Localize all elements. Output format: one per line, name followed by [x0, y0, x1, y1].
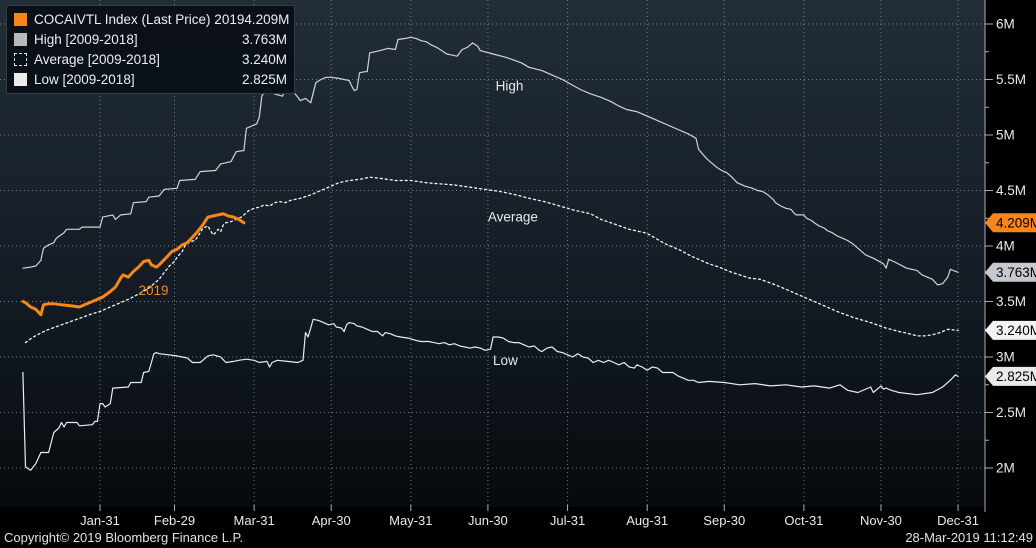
chart-label-average: Average	[488, 210, 538, 225]
price-tag-2.825M: 2.825M	[985, 366, 1036, 386]
x-tick-label-Jul-31: Jul-31	[550, 513, 585, 528]
price-tag-3.240M: 3.240M	[985, 320, 1036, 340]
legend-row-average[interactable]: Average [2009-2018] 3.240M	[14, 49, 287, 69]
legend-label-average: Average [2009-2018]	[34, 51, 160, 67]
x-tick-label-Dec-31: Dec-31	[937, 513, 979, 528]
y-tick-label-3.5M: 3.5M	[996, 294, 1026, 309]
svg-text:3.240M: 3.240M	[996, 323, 1036, 338]
legend-row-low[interactable]: Low [2009-2018] 2.825M	[14, 69, 287, 89]
y-tick-label-5.5M: 5.5M	[996, 72, 1026, 87]
y-axis-ticks: 6M 5.5M 5M 4.5M 4M 3.5M 3M 2.5M 2M	[985, 17, 1026, 476]
x-tick-label-Sep-30: Sep-30	[703, 513, 745, 528]
legend-swatch-low-white	[14, 72, 27, 86]
x-tick-label-Mar-31: Mar-31	[234, 513, 275, 528]
legend-value-average: 3.240M	[241, 51, 287, 67]
x-tick-label-Nov-30: Nov-30	[860, 513, 902, 528]
legend-row-2019[interactable]: COCAIVTL Index (Last Price) 2019 4.209M	[14, 9, 290, 29]
legend-label-2019: COCAIVTL Index (Last Price) 2019	[34, 11, 245, 27]
copyright-text: Copyright© 2019 Bloomberg Finance L.P.	[4, 530, 244, 545]
x-tick-label-Jan-31: Jan-31	[80, 513, 120, 528]
y-tick-label-2M: 2M	[996, 461, 1015, 476]
price-tag-4.209M: 4.209M	[985, 213, 1036, 233]
y-tick-label-2.5M: 2.5M	[996, 405, 1026, 420]
chart-label-high: High	[496, 79, 524, 94]
chart-legend: COCAIVTL Index (Last Price) 2019 4.209M …	[6, 5, 295, 94]
legend-swatch-high-gray	[14, 32, 27, 46]
svg-text:2.825M: 2.825M	[996, 369, 1036, 384]
x-tick-label-Apr-30: Apr-30	[312, 513, 351, 528]
x-tick-label-May-31: May-31	[389, 513, 432, 528]
legend-value-low: 2.825M	[241, 71, 287, 87]
legend-swatch-2019-orange	[14, 12, 27, 26]
bloomberg-chart-window: 6M 5.5M 5M 4.5M 4M 3.5M 3M 2.5M 2M Jan-31 Feb-29 Ma…	[0, 0, 1036, 548]
x-tick-label-Aug-31: Aug-31	[626, 513, 668, 528]
x-tick-label-Jun-30: Jun-30	[468, 513, 508, 528]
x-tick-label-Feb-29: Feb-29	[154, 513, 195, 528]
y-tick-label-4M: 4M	[996, 239, 1015, 254]
x-tick-label-Oct-31: Oct-31	[784, 513, 823, 528]
legend-value-high: 3.763M	[241, 31, 287, 47]
y-tick-label-4.5M: 4.5M	[996, 183, 1026, 198]
legend-row-high[interactable]: High [2009-2018] 3.763M	[14, 29, 287, 49]
legend-label-high: High [2009-2018]	[34, 31, 138, 47]
y-tick-label-3M: 3M	[996, 350, 1015, 365]
y-tick-label-6M: 6M	[996, 17, 1015, 32]
legend-label-low: Low [2009-2018]	[34, 71, 135, 87]
legend-swatch-average-dotted	[14, 52, 27, 66]
svg-text:4.209M: 4.209M	[996, 215, 1036, 230]
price-tag-3.763M: 3.763M	[985, 262, 1036, 282]
chart-label-low: Low	[493, 353, 518, 368]
chart-label-y2019: 2019	[139, 283, 169, 298]
y-tick-label-5M: 5M	[996, 128, 1015, 143]
x-axis-ticks: Jan-31 Feb-29 Mar-31 Apr-30 May-31 Jun-30 Jul-…	[80, 505, 979, 528]
timestamp-text: 28-Mar-2019 11:12:49	[905, 530, 1033, 545]
legend-value-2019: 4.209M	[244, 11, 290, 27]
svg-text:3.763M: 3.763M	[996, 265, 1036, 280]
